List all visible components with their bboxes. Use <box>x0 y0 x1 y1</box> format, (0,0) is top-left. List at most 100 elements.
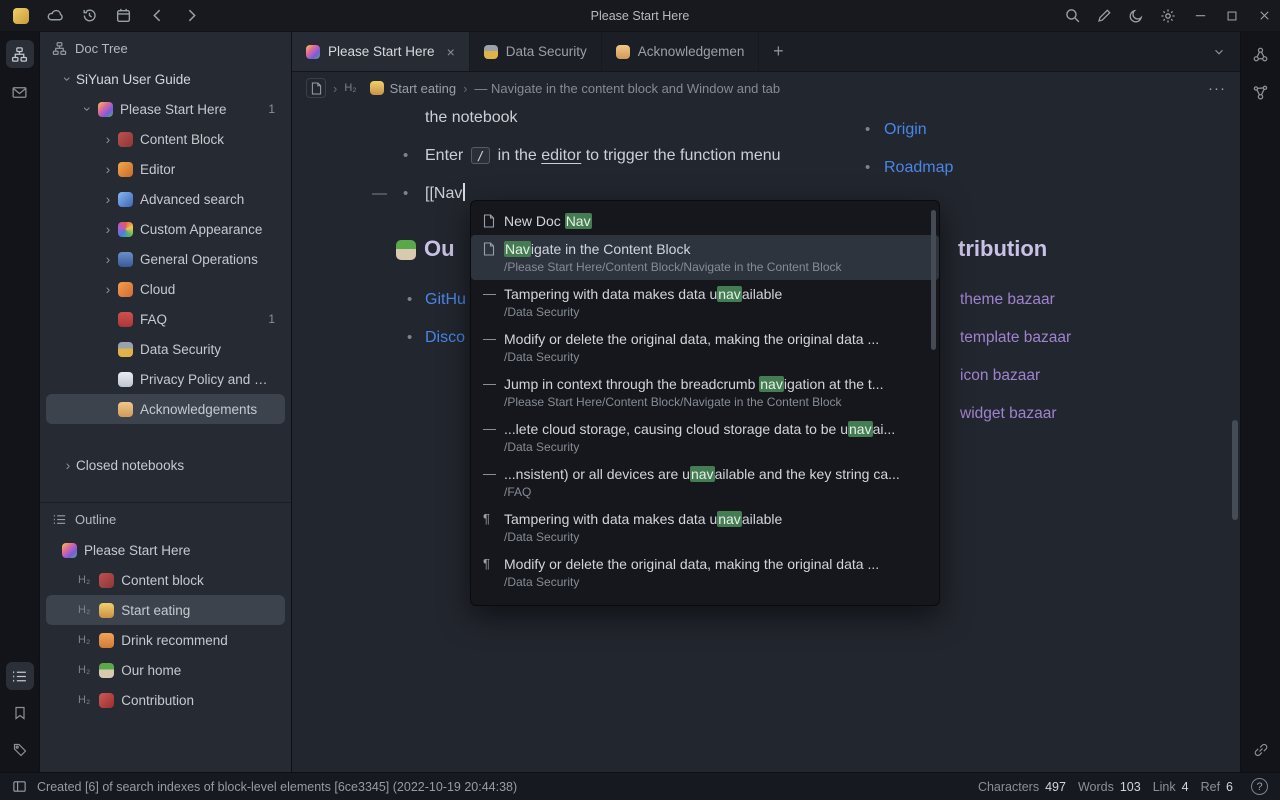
chevron-right-icon[interactable]: › <box>100 131 116 147</box>
doctree-item-please-start-here[interactable]: › Please Start Here 1 <box>46 94 285 124</box>
history-icon[interactable] <box>80 7 98 25</box>
doctree-item-editor[interactable]: › Editor <box>46 154 285 184</box>
chevron-right-icon[interactable]: › <box>100 191 116 207</box>
tab-data-security[interactable]: Data Security <box>470 32 602 71</box>
popup-result[interactable]: — Modify or delete the original data, ma… <box>471 325 939 370</box>
confetti-icon <box>62 543 77 558</box>
more-options-icon[interactable]: ··· <box>1208 80 1226 97</box>
doctree-item-acknowledgements[interactable]: › Acknowledgements <box>46 394 285 424</box>
link-theme-bazaar[interactable]: theme bazaar <box>960 288 1055 312</box>
doctree-item-faq[interactable]: › FAQ 1 <box>46 304 285 334</box>
new-tab-button[interactable]: + <box>759 32 797 71</box>
doctree-item-advanced-search[interactable]: › Advanced search <box>46 184 285 214</box>
bookmark-icon[interactable] <box>6 699 34 727</box>
notebook-row[interactable]: › SiYuan User Guide <box>46 64 285 94</box>
tag-icon[interactable] <box>6 736 34 764</box>
link-template-bazaar[interactable]: template bazaar <box>960 326 1071 350</box>
heading-contribution[interactable]: tribution <box>958 234 1047 264</box>
list-bullet-icon[interactable]: • <box>407 326 412 350</box>
typing-text[interactable]: [[Nav <box>425 182 465 206</box>
doctree-item-custom-appearance[interactable]: › Custom Appearance <box>46 214 285 244</box>
list-bullet-icon[interactable]: • <box>403 182 408 206</box>
cloud-icon[interactable] <box>46 7 64 25</box>
doctree-item-cloud[interactable]: › Cloud <box>46 274 285 304</box>
inbox-icon[interactable] <box>6 78 34 106</box>
popup-result[interactable]: — Tampering with data makes data unavail… <box>471 280 939 325</box>
popup-scrollbar[interactable] <box>931 210 936 350</box>
graph-icon[interactable] <box>1247 40 1275 68</box>
minimize-icon[interactable] <box>1184 0 1216 32</box>
doctree-item-general-operations[interactable]: › General Operations <box>46 244 285 274</box>
popup-result[interactable]: — Jump in context through the breadcrumb… <box>471 370 939 415</box>
doctree-item-data-security[interactable]: › Data Security <box>46 334 285 364</box>
link-icon-bazaar[interactable]: icon bazaar <box>960 364 1040 388</box>
outline-item-drink-recommend[interactable]: H₂ Drink recommend <box>46 625 285 655</box>
chevron-down-icon[interactable]: › <box>80 101 96 117</box>
doctree-item-privacy-policy[interactable]: › Privacy Policy and Us... <box>46 364 285 394</box>
link-widget-bazaar[interactable]: widget bazaar <box>960 402 1057 426</box>
outline-root[interactable]: Please Start Here <box>46 535 285 565</box>
heading-our-home[interactable]: Ou <box>424 234 455 264</box>
editor-scrollbar[interactable] <box>1232 420 1238 520</box>
tab-close-icon[interactable]: × <box>447 44 455 60</box>
breadcrumb-heading[interactable]: H₂ Start eating <box>344 81 456 96</box>
outline-item-start-eating[interactable]: H₂ Start eating <box>46 595 285 625</box>
popup-result[interactable]: — ...lete cloud storage, causing cloud s… <box>471 415 939 460</box>
doc-label: FAQ <box>140 312 167 327</box>
popup-result[interactable]: ¶ Tampering with data makes data unavail… <box>471 505 939 550</box>
list-bullet-icon[interactable]: • <box>407 288 412 312</box>
link-roadmap[interactable]: Roadmap <box>884 156 953 180</box>
list-bullet-icon[interactable]: • <box>403 144 408 168</box>
link-discord[interactable]: Disco <box>425 326 465 350</box>
list-bullet-icon[interactable]: • <box>865 118 870 142</box>
chevron-right-icon[interactable]: › <box>100 281 116 297</box>
maximize-icon[interactable] <box>1216 0 1248 32</box>
block-ref-link[interactable]: editor <box>541 147 581 164</box>
theme-icon[interactable] <box>1120 0 1152 32</box>
chevron-down-icon[interactable]: › <box>60 71 76 87</box>
popup-result-navigate-content-block[interactable]: Navigate in the Content Block /Please St… <box>471 235 939 280</box>
tab-list-chevron-icon[interactable] <box>1198 32 1240 71</box>
chevron-right-icon[interactable]: › <box>60 457 76 473</box>
link-origin[interactable]: Origin <box>884 118 927 142</box>
paragraph-fragment[interactable]: the notebook <box>425 106 518 130</box>
doctree-item-content-block[interactable]: › Content Block <box>46 124 285 154</box>
popup-result[interactable]: — ...nsistent) or all devices are unavai… <box>471 460 939 505</box>
doc-icon[interactable] <box>306 78 326 98</box>
chevron-right-icon[interactable]: › <box>100 221 116 237</box>
doc-icon <box>483 214 504 228</box>
popup-result-new-doc[interactable]: New Doc Nav <box>471 207 939 235</box>
tab-label: Data Security <box>506 44 587 59</box>
doc-tree-icon[interactable] <box>6 40 34 68</box>
edit-icon[interactable] <box>1088 0 1120 32</box>
back-icon[interactable] <box>148 7 166 25</box>
outline-item-our-home[interactable]: H₂ Our home <box>46 655 285 685</box>
outline-item-contribution[interactable]: H₂ Contribution <box>46 685 285 715</box>
backlink-icon[interactable] <box>1247 736 1275 764</box>
global-graph-icon[interactable] <box>1247 78 1275 106</box>
chevron-right-icon[interactable]: › <box>100 251 116 267</box>
dock-toggle-icon[interactable] <box>12 779 27 794</box>
tab-acknowledgements[interactable]: Acknowledgemen <box>602 32 760 71</box>
link-github[interactable]: GitHu <box>425 288 466 312</box>
outline-panel-header[interactable]: Outline <box>40 503 291 535</box>
chevron-right-icon[interactable]: › <box>100 161 116 177</box>
outline-item-content-block[interactable]: H₂ Content block <box>46 565 285 595</box>
popup-result[interactable]: ¶ Modify or delete the original data, ma… <box>471 550 939 595</box>
list-bullet-icon[interactable]: • <box>865 156 870 180</box>
close-icon[interactable] <box>1248 0 1280 32</box>
search-icon[interactable] <box>1056 0 1088 32</box>
list-item-text[interactable]: Enter / in the editor to trigger the fun… <box>425 144 781 168</box>
forward-icon[interactable] <box>182 7 200 25</box>
workspace-icon[interactable] <box>12 7 30 25</box>
closed-notebooks-row[interactable]: › Closed notebooks <box>46 450 285 480</box>
doc-tree-panel-header[interactable]: Doc Tree <box>40 32 291 64</box>
help-icon[interactable]: ? <box>1251 778 1268 795</box>
settings-icon[interactable] <box>1152 0 1184 32</box>
breadcrumb-block-label[interactable]: — Navigate in the content block and Wind… <box>474 81 780 96</box>
daily-note-icon[interactable] <box>114 7 132 25</box>
outline-icon[interactable] <box>6 662 34 690</box>
tab-please-start-here[interactable]: Please Start Here × <box>292 32 470 71</box>
block-gutter-icon[interactable]: — <box>372 182 387 206</box>
doc-stats: Characters 497 Words 103 Link 4 Ref 6 <box>978 780 1239 794</box>
